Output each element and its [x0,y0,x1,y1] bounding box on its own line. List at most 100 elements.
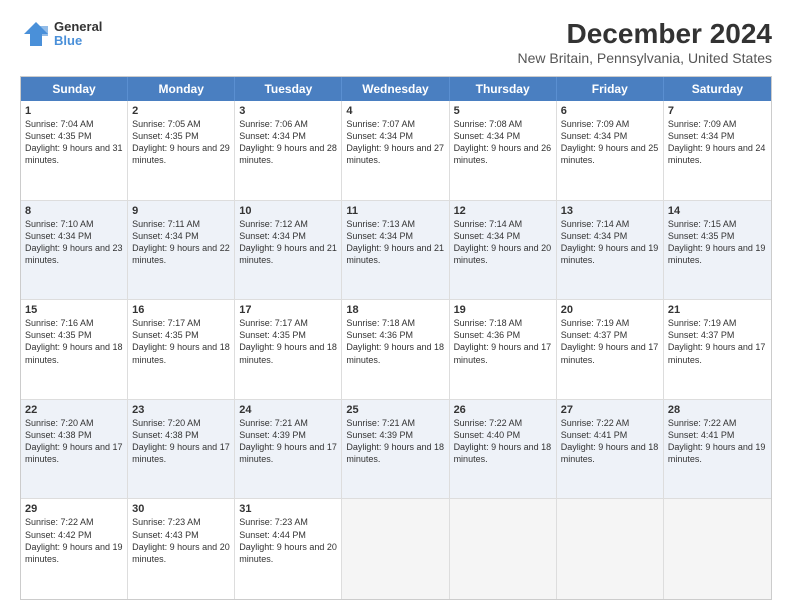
calendar-week: 22Sunrise: 7:20 AMSunset: 4:38 PMDayligh… [21,400,771,500]
day-number: 26 [454,404,552,416]
calendar-day: 7Sunrise: 7:09 AMSunset: 4:34 PMDaylight… [664,101,771,200]
calendar-day: 25Sunrise: 7:21 AMSunset: 4:39 PMDayligh… [342,400,449,499]
calendar-day: 28Sunrise: 7:22 AMSunset: 4:41 PMDayligh… [664,400,771,499]
day-number: 15 [25,304,123,316]
day-number: 31 [239,503,337,515]
logo-text: General Blue [54,20,102,49]
weekday-header: Saturday [664,77,771,101]
day-info: Sunrise: 7:23 AMSunset: 4:44 PMDaylight:… [239,516,337,565]
day-info: Sunrise: 7:20 AMSunset: 4:38 PMDaylight:… [132,417,230,466]
day-number: 24 [239,404,337,416]
day-number: 23 [132,404,230,416]
day-info: Sunrise: 7:12 AMSunset: 4:34 PMDaylight:… [239,218,337,267]
day-info: Sunrise: 7:22 AMSunset: 4:42 PMDaylight:… [25,516,123,565]
day-number: 2 [132,105,230,117]
calendar-day: 21Sunrise: 7:19 AMSunset: 4:37 PMDayligh… [664,300,771,399]
day-info: Sunrise: 7:19 AMSunset: 4:37 PMDaylight:… [561,317,659,366]
day-info: Sunrise: 7:14 AMSunset: 4:34 PMDaylight:… [454,218,552,267]
calendar-week: 15Sunrise: 7:16 AMSunset: 4:35 PMDayligh… [21,300,771,400]
calendar-day: 24Sunrise: 7:21 AMSunset: 4:39 PMDayligh… [235,400,342,499]
calendar-week: 8Sunrise: 7:10 AMSunset: 4:34 PMDaylight… [21,201,771,301]
page-title: December 2024 [518,18,772,50]
header: General Blue December 2024 New Britain, … [20,18,772,66]
day-info: Sunrise: 7:13 AMSunset: 4:34 PMDaylight:… [346,218,444,267]
day-number: 4 [346,105,444,117]
day-info: Sunrise: 7:19 AMSunset: 4:37 PMDaylight:… [668,317,767,366]
calendar-day: 18Sunrise: 7:18 AMSunset: 4:36 PMDayligh… [342,300,449,399]
day-info: Sunrise: 7:05 AMSunset: 4:35 PMDaylight:… [132,118,230,167]
day-info: Sunrise: 7:09 AMSunset: 4:34 PMDaylight:… [668,118,767,167]
empty-cell [557,499,664,599]
calendar-day: 22Sunrise: 7:20 AMSunset: 4:38 PMDayligh… [21,400,128,499]
day-number: 19 [454,304,552,316]
calendar-day: 17Sunrise: 7:17 AMSunset: 4:35 PMDayligh… [235,300,342,399]
logo: General Blue [20,18,102,50]
day-number: 13 [561,205,659,217]
page-subtitle: New Britain, Pennsylvania, United States [518,50,772,66]
weekday-header: Monday [128,77,235,101]
day-number: 27 [561,404,659,416]
calendar-day: 14Sunrise: 7:15 AMSunset: 4:35 PMDayligh… [664,201,771,300]
logo-line1: General [54,20,102,34]
day-info: Sunrise: 7:15 AMSunset: 4:35 PMDaylight:… [668,218,767,267]
calendar-day: 29Sunrise: 7:22 AMSunset: 4:42 PMDayligh… [21,499,128,599]
calendar-day: 19Sunrise: 7:18 AMSunset: 4:36 PMDayligh… [450,300,557,399]
day-info: Sunrise: 7:18 AMSunset: 4:36 PMDaylight:… [454,317,552,366]
calendar-day: 6Sunrise: 7:09 AMSunset: 4:34 PMDaylight… [557,101,664,200]
weekday-header: Wednesday [342,77,449,101]
calendar-day: 2Sunrise: 7:05 AMSunset: 4:35 PMDaylight… [128,101,235,200]
day-number: 7 [668,105,767,117]
day-number: 8 [25,205,123,217]
day-info: Sunrise: 7:09 AMSunset: 4:34 PMDaylight:… [561,118,659,167]
logo-icon [20,18,52,50]
calendar-day: 26Sunrise: 7:22 AMSunset: 4:40 PMDayligh… [450,400,557,499]
day-number: 22 [25,404,123,416]
calendar-day: 13Sunrise: 7:14 AMSunset: 4:34 PMDayligh… [557,201,664,300]
calendar-day: 3Sunrise: 7:06 AMSunset: 4:34 PMDaylight… [235,101,342,200]
day-number: 28 [668,404,767,416]
empty-cell [450,499,557,599]
day-number: 25 [346,404,444,416]
day-number: 10 [239,205,337,217]
calendar-day: 20Sunrise: 7:19 AMSunset: 4:37 PMDayligh… [557,300,664,399]
day-info: Sunrise: 7:22 AMSunset: 4:40 PMDaylight:… [454,417,552,466]
day-info: Sunrise: 7:21 AMSunset: 4:39 PMDaylight:… [346,417,444,466]
day-number: 29 [25,503,123,515]
calendar-day: 10Sunrise: 7:12 AMSunset: 4:34 PMDayligh… [235,201,342,300]
day-number: 17 [239,304,337,316]
calendar: SundayMondayTuesdayWednesdayThursdayFrid… [20,76,772,600]
day-info: Sunrise: 7:07 AMSunset: 4:34 PMDaylight:… [346,118,444,167]
day-info: Sunrise: 7:08 AMSunset: 4:34 PMDaylight:… [454,118,552,167]
day-number: 18 [346,304,444,316]
logo-line2: Blue [54,34,102,48]
day-info: Sunrise: 7:17 AMSunset: 4:35 PMDaylight:… [132,317,230,366]
day-number: 3 [239,105,337,117]
day-info: Sunrise: 7:14 AMSunset: 4:34 PMDaylight:… [561,218,659,267]
calendar-day: 30Sunrise: 7:23 AMSunset: 4:43 PMDayligh… [128,499,235,599]
calendar-day: 5Sunrise: 7:08 AMSunset: 4:34 PMDaylight… [450,101,557,200]
calendar-week: 29Sunrise: 7:22 AMSunset: 4:42 PMDayligh… [21,499,771,599]
calendar-body: 1Sunrise: 7:04 AMSunset: 4:35 PMDaylight… [21,101,771,599]
day-number: 1 [25,105,123,117]
weekday-header: Tuesday [235,77,342,101]
day-number: 6 [561,105,659,117]
calendar-day: 8Sunrise: 7:10 AMSunset: 4:34 PMDaylight… [21,201,128,300]
calendar-day: 31Sunrise: 7:23 AMSunset: 4:44 PMDayligh… [235,499,342,599]
day-number: 12 [454,205,552,217]
day-number: 30 [132,503,230,515]
day-info: Sunrise: 7:22 AMSunset: 4:41 PMDaylight:… [668,417,767,466]
empty-cell [342,499,449,599]
day-number: 14 [668,205,767,217]
day-number: 9 [132,205,230,217]
day-info: Sunrise: 7:23 AMSunset: 4:43 PMDaylight:… [132,516,230,565]
day-info: Sunrise: 7:21 AMSunset: 4:39 PMDaylight:… [239,417,337,466]
day-number: 5 [454,105,552,117]
day-info: Sunrise: 7:06 AMSunset: 4:34 PMDaylight:… [239,118,337,167]
day-info: Sunrise: 7:20 AMSunset: 4:38 PMDaylight:… [25,417,123,466]
weekday-header: Thursday [450,77,557,101]
day-info: Sunrise: 7:16 AMSunset: 4:35 PMDaylight:… [25,317,123,366]
calendar-day: 9Sunrise: 7:11 AMSunset: 4:34 PMDaylight… [128,201,235,300]
day-info: Sunrise: 7:17 AMSunset: 4:35 PMDaylight:… [239,317,337,366]
calendar-day: 23Sunrise: 7:20 AMSunset: 4:38 PMDayligh… [128,400,235,499]
day-info: Sunrise: 7:10 AMSunset: 4:34 PMDaylight:… [25,218,123,267]
